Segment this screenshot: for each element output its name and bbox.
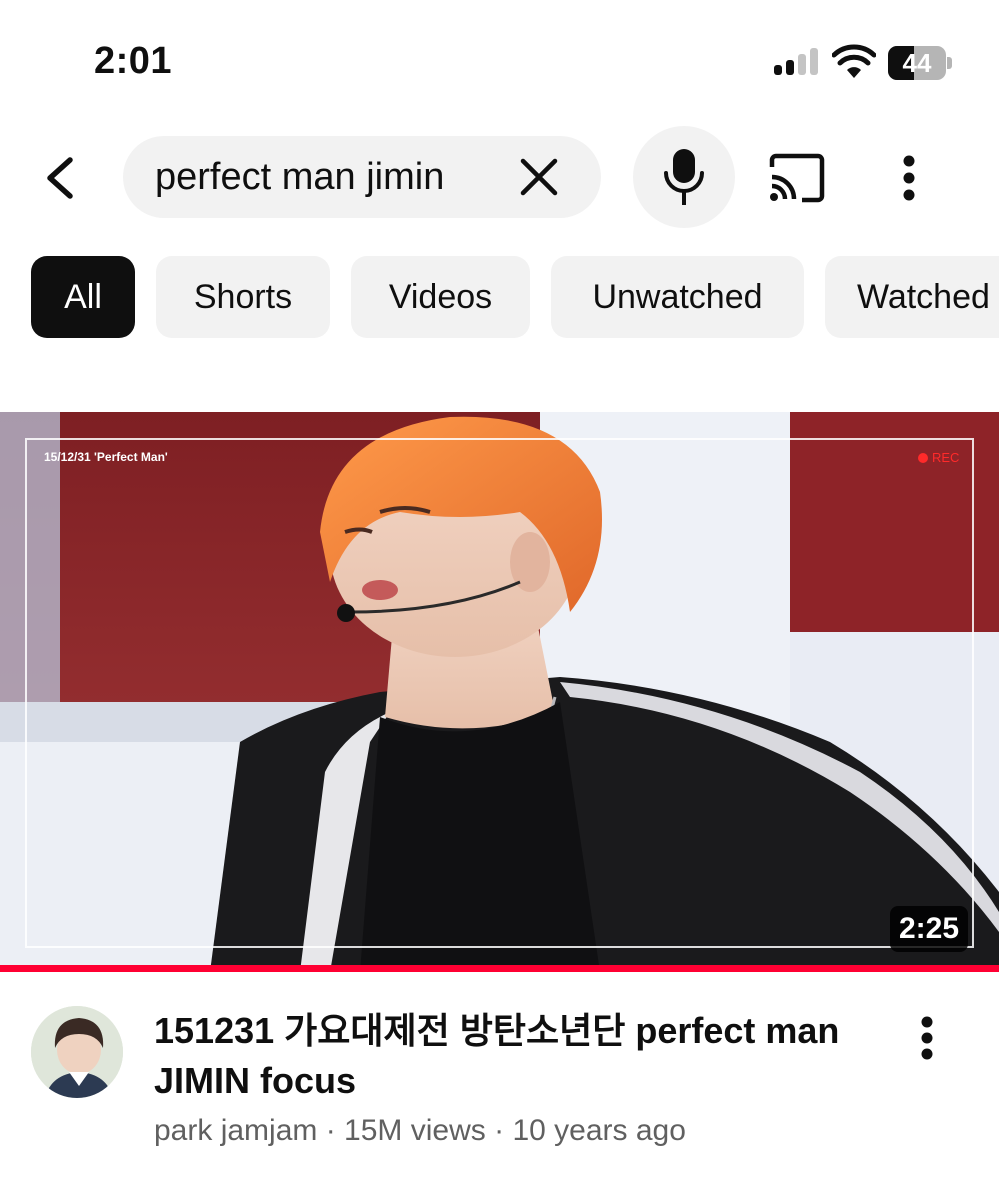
view-count: 15M views xyxy=(344,1114,486,1147)
more-options-button[interactable] xyxy=(888,148,930,208)
chevron-left-icon xyxy=(47,157,73,199)
channel-avatar[interactable] xyxy=(31,1006,123,1098)
video-more-button[interactable] xyxy=(904,1008,950,1068)
video-thumbnail[interactable]: 15/12/31 'Perfect Man' REC 2:25 xyxy=(0,412,999,972)
filter-chips: All Shorts Videos Unwatched Watched xyxy=(31,256,999,338)
filter-chip-watched[interactable]: Watched xyxy=(825,256,999,338)
filter-chip-unwatched[interactable]: Unwatched xyxy=(551,256,804,338)
rec-dot-icon xyxy=(918,453,928,463)
microphone-icon xyxy=(664,149,704,205)
more-vertical-icon xyxy=(921,1016,933,1060)
close-icon xyxy=(520,158,558,196)
viewfinder-frame xyxy=(25,438,974,948)
cast-icon xyxy=(769,153,825,203)
filter-chip-videos[interactable]: Videos xyxy=(351,256,530,338)
search-bar[interactable]: perfect man jimin xyxy=(123,136,601,218)
cellular-signal-icon xyxy=(774,48,818,75)
video-title[interactable]: 151231 가요대제전 방탄소년단 perfect man JIMIN foc… xyxy=(154,1006,854,1106)
overlay-date-label: 15/12/31 'Perfect Man' xyxy=(44,450,168,464)
upload-age: 10 years ago xyxy=(512,1114,686,1147)
battery-level: 44 xyxy=(902,48,932,78)
battery-indicator: 44 xyxy=(888,46,952,80)
filter-chip-shorts[interactable]: Shorts xyxy=(156,256,330,338)
clear-search-button[interactable] xyxy=(515,153,563,201)
wifi-icon xyxy=(832,44,876,78)
filter-chip-all[interactable]: All xyxy=(31,256,135,338)
back-button[interactable] xyxy=(30,148,90,208)
status-bar: 2:01 44 xyxy=(0,0,999,120)
rec-label: REC xyxy=(932,450,960,465)
cast-button[interactable] xyxy=(762,148,830,208)
watch-progress-bar xyxy=(0,965,999,972)
watch-progress-fill xyxy=(0,965,999,972)
video-metadata: park jamjam · 15M views · 10 years ago xyxy=(154,1114,686,1147)
status-time: 2:01 xyxy=(94,40,173,82)
channel-name[interactable]: park jamjam xyxy=(154,1114,317,1147)
avatar-image xyxy=(31,1006,123,1098)
duration-badge: 2:25 xyxy=(890,906,969,952)
search-input[interactable]: perfect man jimin xyxy=(155,136,444,218)
voice-search-button[interactable] xyxy=(633,126,735,228)
more-vertical-icon xyxy=(903,155,915,201)
overlay-rec-indicator: REC xyxy=(918,450,959,465)
